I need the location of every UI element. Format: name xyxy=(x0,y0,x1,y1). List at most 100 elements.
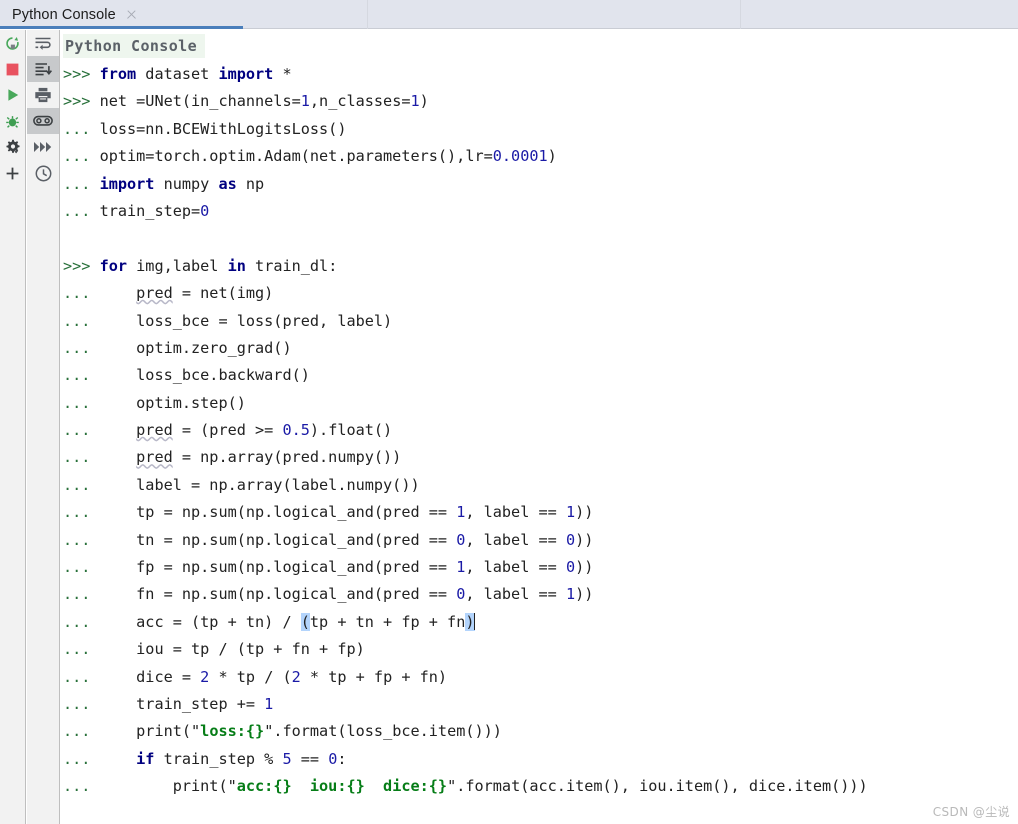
history-icon[interactable] xyxy=(27,160,59,186)
code-token: 1 xyxy=(565,503,576,522)
console-line[interactable]: ... optim.step() xyxy=(61,390,1018,417)
python-console-window: Python Console Python Console >>> from d… xyxy=(0,0,1018,824)
plus-icon[interactable] xyxy=(0,160,25,186)
console-prompt: ... xyxy=(63,530,100,549)
console-prompt: ... xyxy=(63,201,100,220)
code-token: = (pred >= xyxy=(172,421,283,440)
console-line[interactable]: ... print("acc:{} iou:{} dice:{}".format… xyxy=(61,773,1018,800)
code-token: 1 xyxy=(565,585,576,604)
console-line[interactable]: ... pred = np.array(pred.numpy()) xyxy=(61,444,1018,471)
console-line[interactable]: ... acc = (tp + tn) / (tp + tn + fp + fn… xyxy=(61,609,1018,636)
skip-forward-icon[interactable] xyxy=(27,134,59,160)
console-line[interactable]: ... tp = np.sum(np.logical_and(pred == 1… xyxy=(61,499,1018,526)
console-line[interactable]: ... print("loss:{}".format(loss_bce.item… xyxy=(61,718,1018,745)
code-token: ,n_classes= xyxy=(309,92,411,111)
console-prompt: ... xyxy=(63,393,100,412)
console-line[interactable]: ... iou = tp / (tp + fn + fp) xyxy=(61,636,1018,663)
code-token: .format(loss_bce.item())) xyxy=(273,722,502,741)
code-token: 0 xyxy=(200,201,210,220)
console-line[interactable]: ... train_step=0 xyxy=(61,198,1018,225)
console-prompt: ... xyxy=(63,284,100,303)
console-line[interactable]: ... loss_bce.backward() xyxy=(61,362,1018,389)
console-line[interactable]: ... fp = np.sum(np.logical_and(pred == 1… xyxy=(61,554,1018,581)
console-line[interactable]: ... optim=torch.optim.Adam(net.parameter… xyxy=(61,143,1018,170)
code-token: 0.0001 xyxy=(492,147,548,166)
code-token: fp = np.sum(np.logical_and(pred == xyxy=(99,558,457,577)
execute-icon[interactable] xyxy=(0,82,25,108)
close-icon[interactable] xyxy=(125,8,138,21)
code-token: = np.array(pred.numpy()) xyxy=(172,448,402,467)
code-token: print( xyxy=(99,722,192,741)
code-token: 0 xyxy=(565,530,576,549)
console-prompt: >>> xyxy=(63,65,100,83)
active-tab-underline xyxy=(0,26,243,29)
console-code-lines[interactable]: >>> from dataset import * >>> net =UNet(i… xyxy=(61,61,1018,801)
code-token: optim.step() xyxy=(99,393,246,412)
console-line[interactable]: >>> from dataset import * xyxy=(61,61,1018,88)
code-token: tp = np.sum(np.logical_and(pred == xyxy=(99,503,457,522)
watermark: CSDN @尘说 xyxy=(932,805,1010,819)
code-token: * xyxy=(273,65,292,83)
console-header-label: Python Console xyxy=(65,37,198,55)
console-prompt: ... xyxy=(63,147,100,166)
console-line[interactable]: >>> for img,label in train_dl: xyxy=(61,253,1018,280)
code-token: train_dl: xyxy=(245,256,338,275)
code-token: )) xyxy=(575,585,594,604)
code-token: dataset xyxy=(136,65,219,83)
code-token: tp + tn + fp + fn xyxy=(309,612,466,631)
console-line[interactable]: >>> net =UNet(in_channels=1,n_classes=1) xyxy=(61,88,1018,115)
scroll-to-end-icon[interactable] xyxy=(27,56,59,82)
print-icon[interactable] xyxy=(27,82,59,108)
console-line[interactable]: ... if train_step % 5 == 0: xyxy=(61,746,1018,773)
console-prompt: ... xyxy=(63,694,100,713)
code-token: )) xyxy=(575,503,594,522)
console-line[interactable]: ... pred = net(img) xyxy=(61,280,1018,307)
console-line[interactable] xyxy=(61,225,1018,252)
debug-icon[interactable] xyxy=(0,108,25,134)
tab-python-console[interactable]: Python Console xyxy=(0,0,146,29)
code-token: " xyxy=(191,722,201,741)
console-line[interactable]: ... fn = np.sum(np.logical_and(pred == 0… xyxy=(61,581,1018,608)
soft-wrap-icon[interactable] xyxy=(27,30,59,56)
code-token: .format(acc.item(), iou.item(), dice.ite… xyxy=(456,777,868,796)
settings-icon[interactable] xyxy=(0,134,25,160)
console-editor[interactable]: Python Console >>> from dataset import *… xyxy=(61,30,1018,824)
code-token: " xyxy=(227,777,237,796)
console-line[interactable]: ... train_step += 1 xyxy=(61,691,1018,718)
code-token: " xyxy=(447,777,457,796)
code-token: as xyxy=(218,174,237,193)
code-token: 1 xyxy=(410,92,420,111)
code-token: optim=torch.optim.Adam(net.parameters(),… xyxy=(99,147,493,166)
console-line[interactable]: ... label = np.array(label.numpy()) xyxy=(61,472,1018,499)
code-token: loss_bce = loss(pred, label) xyxy=(99,311,393,330)
code-token: , label == xyxy=(465,503,566,522)
tab-bar-divider-2 xyxy=(740,0,741,29)
console-line[interactable]: ... pred = (pred >= 0.5).float() xyxy=(61,417,1018,444)
console-line[interactable]: ... dice = 2 * tp / (2 * tp + fp + fn) xyxy=(61,664,1018,691)
console-line[interactable]: ... loss=nn.BCEWithLogitsLoss() xyxy=(61,116,1018,143)
code-token: train_step= xyxy=(99,201,201,220)
variables-icon[interactable] xyxy=(27,108,59,134)
console-prompt: ... xyxy=(63,667,100,686)
console-line[interactable]: ... import numpy as np xyxy=(61,171,1018,198)
code-token: 1 xyxy=(300,92,310,111)
console-prompt: >>> xyxy=(63,92,100,111)
console-line[interactable]: ... loss_bce = loss(pred, label) xyxy=(61,308,1018,335)
tab-bar-divider-1 xyxy=(367,0,368,29)
code-token: 2 xyxy=(200,667,210,686)
rerun-icon[interactable] xyxy=(0,30,25,56)
code-token: label = np.array(label.numpy()) xyxy=(99,475,420,494)
stop-icon[interactable] xyxy=(0,56,25,82)
code-token: pred xyxy=(136,448,173,467)
code-token: == xyxy=(291,749,329,768)
console-prompt: ... xyxy=(63,311,100,330)
text-caret xyxy=(473,612,475,630)
console-line[interactable]: ... optim.zero_grad() xyxy=(61,335,1018,362)
console-line[interactable]: ... tn = np.sum(np.logical_and(pred == 0… xyxy=(61,527,1018,554)
code-token: pred xyxy=(136,421,173,440)
console-prompt: ... xyxy=(63,421,100,440)
code-token: 1 xyxy=(456,558,466,577)
code-token: 2 xyxy=(291,667,301,686)
